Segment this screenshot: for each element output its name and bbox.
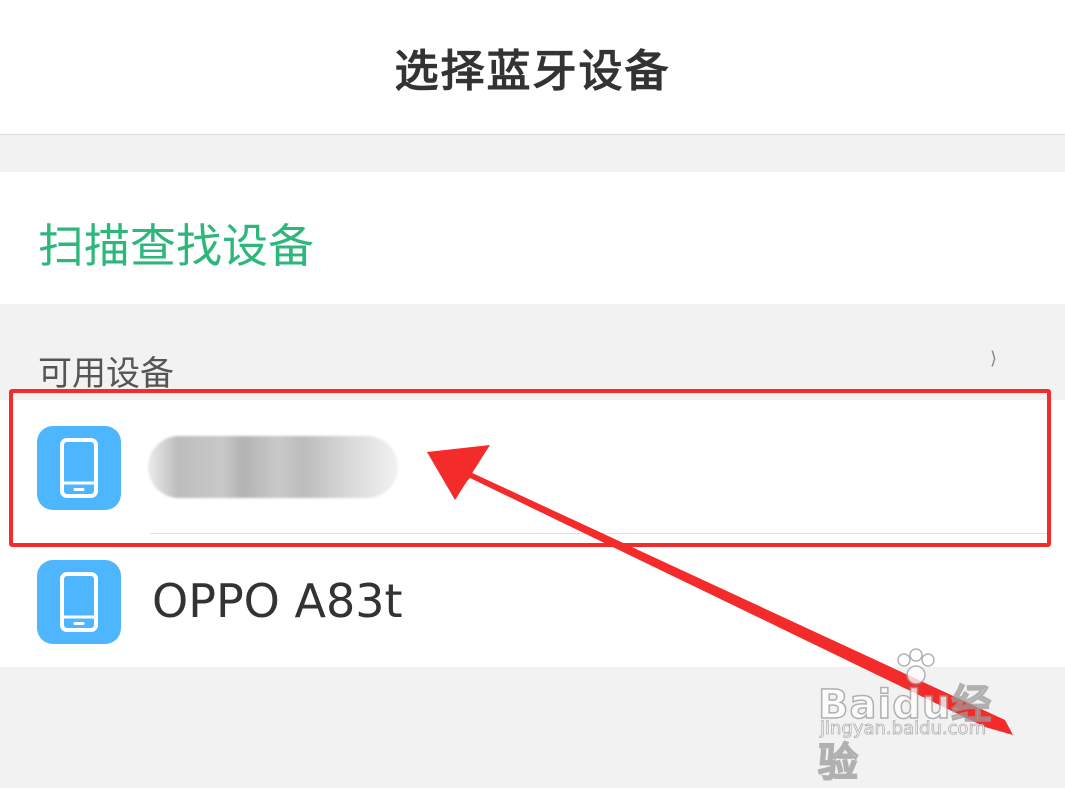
- available-devices-label: 可用设备: [38, 354, 174, 394]
- phone-icon: [37, 560, 121, 644]
- device-name: OPPO A83t: [152, 574, 403, 628]
- blurred-device-name: [148, 436, 398, 498]
- chevron-right-icon: ⟩: [990, 348, 998, 369]
- device-list: OPPO A83t: [0, 400, 1065, 667]
- scan-devices-button[interactable]: 扫描查找设备: [38, 210, 314, 276]
- phone-icon: [37, 426, 121, 510]
- title-bar: 选择蓝牙设备: [0, 0, 1065, 135]
- page-title: 选择蓝牙设备: [394, 46, 671, 97]
- baidu-watermark: Baidu经验 jingyan.baidu.com: [817, 648, 1028, 787]
- watermark-url: jingyan.baidu.com: [820, 718, 987, 740]
- scan-section: 扫描查找设备: [0, 172, 1065, 304]
- device-row-1[interactable]: [0, 400, 1065, 534]
